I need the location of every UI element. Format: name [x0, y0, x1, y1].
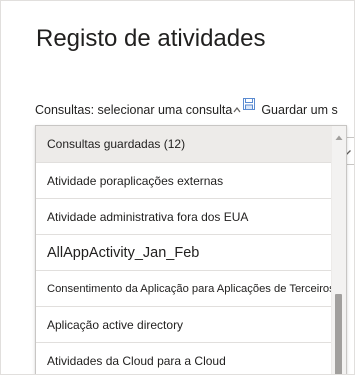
caret-up-icon[interactable] — [233, 103, 241, 113]
activity-log-panel: Registo de atividades Consultas: selecio… — [0, 0, 355, 375]
dropdown-option[interactable]: Aplicação active directory — [36, 307, 331, 343]
dropdown-option[interactable]: AllAppActivity_Jan_Feb — [36, 235, 331, 271]
dropdown-options: Consultas guardadas (12) Atividade porap… — [36, 126, 331, 374]
query-select-label[interactable]: Consultas: selecionar uma consulta — [35, 103, 232, 117]
scroll-up-arrow-icon[interactable] — [335, 129, 343, 140]
scrollbar-thumb[interactable] — [335, 294, 342, 374]
option-label: Aplicação active directory — [47, 317, 184, 332]
option-label: Atividade poraplicações externas — [47, 173, 224, 188]
save-icon[interactable] — [243, 98, 256, 110]
page-title: Registo de atividades — [36, 25, 266, 52]
dropdown-option[interactable]: Atividades da Cloud para a Cloud — [36, 343, 331, 374]
query-toolbar: Consultas: selecionar uma consulta Guard… — [35, 98, 338, 119]
dropdown-option[interactable]: Atividade administrativa fora dos EUA — [36, 199, 331, 235]
save-query-button[interactable]: Guardar um s — [261, 103, 337, 117]
dropdown-scrollbar[interactable] — [331, 126, 346, 374]
option-label: Atividades da Cloud para a Cloud — [47, 353, 226, 368]
query-dropdown-list[interactable]: Consultas guardadas (12) Atividade porap… — [35, 125, 347, 374]
dropdown-option-saved-queries[interactable]: Consultas guardadas (12) — [36, 126, 331, 163]
option-label: Consentimento da Aplicação para Aplicaçõ… — [47, 282, 331, 295]
dropdown-option[interactable]: Consentimento da Aplicação para Aplicaçõ… — [36, 271, 331, 307]
option-label: Consultas guardadas (12) — [47, 137, 186, 151]
option-label: Atividade administrativa fora dos EUA — [47, 209, 249, 224]
option-label: AllAppActivity_Jan_Feb — [47, 244, 200, 261]
dropdown-option[interactable]: Atividade poraplicações externas — [36, 163, 331, 199]
